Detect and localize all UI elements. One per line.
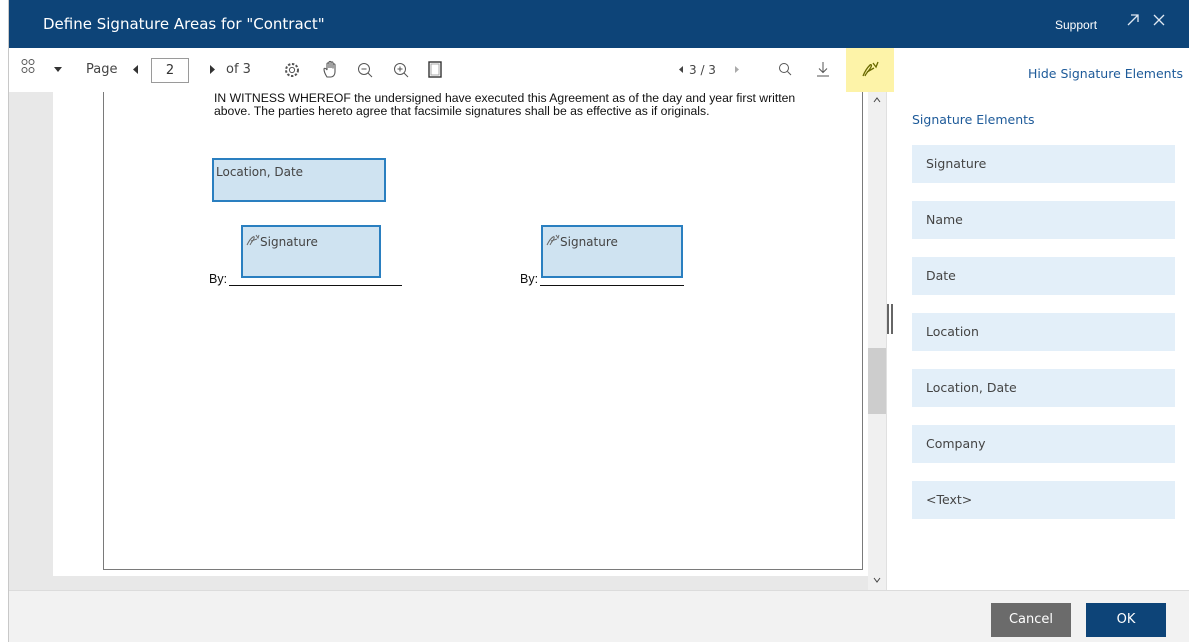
search-result-counter: 3 / 3 bbox=[689, 63, 716, 77]
close-icon[interactable] bbox=[1149, 12, 1169, 34]
signature-pen-icon bbox=[546, 234, 560, 246]
viewer-toolbar: Page of 3 3 / 3 bbox=[9, 48, 894, 92]
signature-tool-button[interactable] bbox=[846, 48, 894, 92]
dialog-footer: Cancel OK bbox=[9, 590, 1189, 642]
splitter-grip-icon[interactable] bbox=[887, 304, 893, 334]
element-company[interactable]: Company bbox=[912, 425, 1175, 463]
signature-area-right-label-wrap: Signature bbox=[546, 234, 618, 249]
thumbnails-dropdown-icon[interactable] bbox=[53, 59, 63, 81]
signature-elements-panel: Hide Signature Elements Signature Elemen… bbox=[894, 48, 1189, 590]
location-date-area-label: Location, Date bbox=[216, 165, 304, 179]
ok-button[interactable]: OK bbox=[1086, 603, 1166, 637]
document-canvas: IN WITNESS WHEREOF the undersigned have … bbox=[53, 92, 868, 576]
settings-icon[interactable] bbox=[283, 59, 301, 81]
signature-area-right[interactable]: Signature bbox=[541, 225, 683, 278]
signature-elements-heading: Signature Elements bbox=[912, 112, 1035, 127]
maximize-icon[interactable] bbox=[1123, 12, 1143, 34]
element-location-date[interactable]: Location, Date bbox=[912, 369, 1175, 407]
panel-splitter[interactable] bbox=[886, 92, 894, 590]
scrollbar-thumb[interactable] bbox=[868, 348, 886, 414]
hide-signature-elements-link[interactable]: Hide Signature Elements bbox=[1028, 66, 1183, 81]
download-icon[interactable] bbox=[815, 59, 831, 81]
signature-line-right bbox=[540, 285, 684, 286]
support-link[interactable]: Support bbox=[1055, 18, 1097, 32]
page-count: of 3 bbox=[226, 62, 251, 77]
element-text[interactable]: <Text> bbox=[912, 481, 1175, 519]
title-bar: Define Signature Areas for "Contract" Su… bbox=[9, 0, 1189, 48]
search-result-next-icon[interactable] bbox=[733, 59, 741, 81]
element-name[interactable]: Name bbox=[912, 201, 1175, 239]
signature-area-right-label: Signature bbox=[560, 235, 618, 249]
by-left-label: By: bbox=[209, 272, 228, 286]
signature-area-left-label: Signature bbox=[260, 235, 318, 249]
fit-page-icon[interactable] bbox=[427, 59, 443, 81]
page-label: Page bbox=[86, 62, 118, 77]
scroll-down-icon[interactable] bbox=[871, 575, 883, 587]
zoom-in-icon[interactable] bbox=[392, 59, 410, 81]
document-page: IN WITNESS WHEREOF the undersigned have … bbox=[103, 92, 863, 570]
cancel-button[interactable]: Cancel bbox=[991, 603, 1071, 637]
document-vertical-scrollbar[interactable] bbox=[868, 92, 886, 590]
previous-page-icon[interactable] bbox=[131, 59, 141, 81]
by-right-label: By: bbox=[520, 272, 539, 286]
search-result-previous-icon[interactable] bbox=[677, 59, 685, 81]
witness-paragraph: IN WITNESS WHEREOF the undersigned have … bbox=[214, 91, 796, 118]
location-date-area[interactable]: Location, Date bbox=[212, 158, 386, 202]
dialog-title: Define Signature Areas for "Contract" bbox=[43, 15, 325, 33]
thumbnails-icon[interactable] bbox=[21, 58, 35, 80]
page-number-input[interactable] bbox=[151, 58, 189, 83]
next-page-icon[interactable] bbox=[207, 59, 217, 81]
signature-area-left[interactable]: Signature bbox=[241, 225, 381, 278]
signature-dialog: Define Signature Areas for "Contract" Su… bbox=[8, 0, 1189, 642]
element-location[interactable]: Location bbox=[912, 313, 1175, 351]
signature-pen-icon bbox=[246, 234, 260, 246]
signature-line-left bbox=[229, 285, 402, 286]
document-viewer[interactable]: IN WITNESS WHEREOF the undersigned have … bbox=[9, 92, 894, 590]
signature-area-left-label-wrap: Signature bbox=[246, 234, 318, 249]
zoom-out-icon[interactable] bbox=[356, 59, 374, 81]
pan-hand-icon[interactable] bbox=[321, 59, 341, 81]
signature-pen-icon bbox=[862, 61, 879, 77]
element-signature[interactable]: Signature bbox=[912, 145, 1175, 183]
scroll-up-icon[interactable] bbox=[871, 95, 883, 107]
element-date[interactable]: Date bbox=[912, 257, 1175, 295]
search-icon[interactable] bbox=[777, 59, 793, 81]
